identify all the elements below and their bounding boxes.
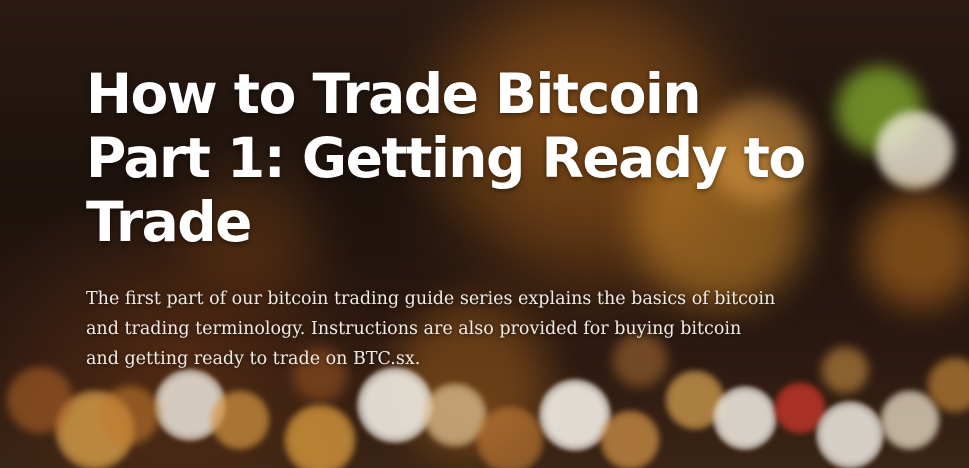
bokeh-light: [821, 346, 869, 394]
hero-content: How to Trade Bitcoin Part 1: Getting Rea…: [86, 62, 806, 374]
bokeh-light: [476, 406, 544, 468]
bokeh-light: [816, 401, 884, 468]
bokeh-light: [600, 410, 660, 468]
hero-banner: How to Trade Bitcoin Part 1: Getting Rea…: [0, 0, 969, 468]
bokeh-light: [284, 404, 356, 468]
bokeh-light: [875, 110, 955, 190]
bokeh-light: [210, 390, 270, 450]
bokeh-light: [100, 385, 160, 445]
bokeh-light: [357, 367, 433, 443]
bokeh-light: [860, 190, 969, 310]
bokeh-light: [6, 366, 74, 434]
page-title: How to Trade Bitcoin Part 1: Getting Rea…: [86, 62, 806, 254]
bokeh-light: [713, 386, 777, 450]
article-summary: The first part of our bitcoin trading gu…: [86, 289, 776, 369]
